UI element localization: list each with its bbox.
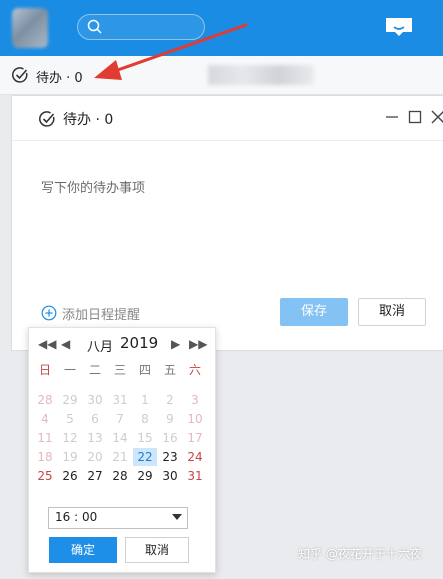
prev-month-icon[interactable]: ◀	[61, 336, 70, 352]
calendar-day[interactable]: 29	[58, 391, 82, 409]
calendar-day[interactable]: 17	[183, 429, 207, 447]
confirm-button[interactable]: 确定	[49, 537, 117, 563]
calendar-day[interactable]: 23	[158, 448, 182, 466]
calendar-day[interactable]: 8	[133, 410, 157, 428]
calendar-day[interactable]: 20	[83, 448, 107, 466]
time-select[interactable]: 16 : 00	[48, 507, 188, 529]
time-value: 16 : 00	[55, 510, 98, 524]
calendar-day[interactable]: 31	[183, 467, 207, 485]
calendar-day[interactable]: 1	[133, 391, 157, 409]
weekday-label: 二	[88, 363, 101, 377]
caret-down-icon	[172, 514, 182, 520]
calendar-day[interactable]: 31	[108, 391, 132, 409]
search-icon	[87, 19, 102, 34]
calendar-day[interactable]: 15	[133, 429, 157, 447]
weekday-label: 日	[38, 363, 51, 377]
calendar-day[interactable]: 5	[58, 410, 82, 428]
weekday-label: 三	[113, 363, 126, 377]
message-icon[interactable]	[384, 16, 414, 38]
calendar-day[interactable]: 25	[33, 467, 57, 485]
calendar-month: 八月	[87, 340, 114, 355]
calendar-year: 2019	[120, 334, 159, 352]
calendar-day[interactable]: 28	[108, 467, 132, 485]
weekday-label: 一	[63, 363, 76, 377]
cancel-button[interactable]: 取消	[358, 298, 426, 326]
calendar-day[interactable]: 10	[183, 410, 207, 428]
search-box[interactable]	[77, 14, 205, 40]
calendar-day[interactable]: 12	[58, 429, 82, 447]
calendar-day[interactable]: 16	[158, 429, 182, 447]
calendar-day[interactable]: 14	[108, 429, 132, 447]
calendar-cancel-button[interactable]: 取消	[125, 537, 189, 563]
date-picker: ◀◀ ◀ 八月 2019 ▶ ▶▶ 日 一 二 三 四 五 六 28 29 30 31…	[28, 327, 216, 573]
maximize-icon[interactable]	[405, 107, 425, 127]
weekday-label: 六	[188, 363, 201, 377]
add-reminder-label: 添加日程提醒	[62, 308, 141, 323]
calendar-day[interactable]: 24	[183, 448, 207, 466]
calendar-day[interactable]: 19	[58, 448, 82, 466]
calendar-day[interactable]: 21	[108, 448, 132, 466]
calendar-day[interactable]: 30	[83, 391, 107, 409]
calendar-day[interactable]: 18	[33, 448, 57, 466]
blurred-text	[208, 65, 314, 85]
weekday-label: 四	[138, 363, 151, 377]
watermark: 知乎 @夜花开于十六夜	[298, 547, 422, 561]
todo-label: 待办 · 0	[36, 71, 83, 86]
calendar-day[interactable]: 9	[158, 410, 182, 428]
plus-circle-icon	[41, 305, 57, 321]
calendar-day[interactable]: 28	[33, 391, 57, 409]
calendar-day[interactable]: 11	[33, 429, 57, 447]
top-bar	[0, 0, 443, 56]
check-circle-icon	[39, 111, 55, 127]
panel-title: 待办 · 0	[63, 112, 114, 128]
todo-row[interactable]: 待办 · 0	[0, 56, 443, 95]
calendar-day[interactable]: 3	[183, 391, 207, 409]
calendar-day[interactable]: 27	[83, 467, 107, 485]
calendar-day[interactable]: 4	[33, 410, 57, 428]
todo-panel: 待办 · 0 写下你的待办事项 添加日程提醒 保存 取消	[11, 95, 443, 351]
calendar-day[interactable]: 6	[83, 410, 107, 428]
calendar-day[interactable]: 7	[108, 410, 132, 428]
calendar-day[interactable]: 13	[83, 429, 107, 447]
calendar-day-selected[interactable]: 22	[133, 448, 157, 466]
next-year-icon[interactable]: ▶▶	[189, 336, 207, 352]
panel-header: 待办 · 0	[12, 96, 443, 141]
check-circle-icon	[12, 67, 28, 83]
save-button[interactable]: 保存	[280, 298, 348, 326]
weekday-label: 五	[163, 363, 176, 377]
close-icon[interactable]	[428, 107, 443, 127]
prev-year-icon[interactable]: ◀◀	[38, 336, 56, 352]
calendar-day[interactable]: 2	[158, 391, 182, 409]
avatar[interactable]	[12, 8, 48, 48]
calendar-day[interactable]: 30	[158, 467, 182, 485]
calendar-day[interactable]: 26	[58, 467, 82, 485]
next-month-icon[interactable]: ▶	[171, 336, 180, 352]
calendar-day[interactable]: 29	[133, 467, 157, 485]
todo-input[interactable]: 写下你的待办事项	[41, 177, 145, 196]
minimize-icon[interactable]	[382, 107, 402, 127]
